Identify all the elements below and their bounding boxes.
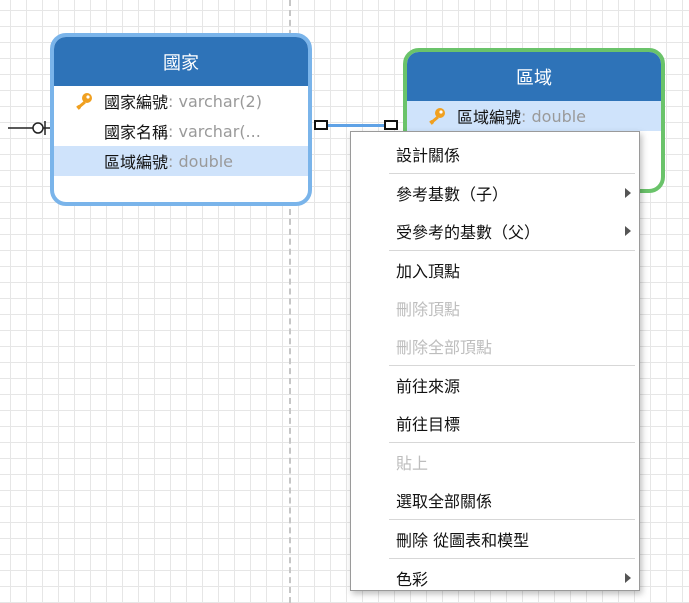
menu-item-label: 前往目標 [396,415,461,434]
cardinality-zero-or-one-marker [8,121,56,135]
menu-item-delete-all-vertices[interactable]: 刪除全部頂點 [351,327,639,365]
primary-key-icon [76,93,92,110]
menu-item-paste[interactable]: 貼上 [351,443,639,481]
attribute-row[interactable]: 區域編號: double [54,146,308,176]
menu-item-label: 刪除 從圖表和模型 [396,531,530,550]
menu-item-label: 加入頂點 [396,262,461,281]
attribute-row[interactable]: 國家名稱: varchar(... [54,116,308,146]
attribute-name: 區域編號 [104,153,169,172]
menu-item-design-relationship[interactable]: 設計關係 [351,135,639,173]
submenu-arrow-icon [625,573,631,583]
connector-endpoint-handle[interactable] [314,120,328,130]
menu-item-label: 刪除全部頂點 [396,338,493,357]
menu-item-delete-vertex[interactable]: 刪除頂點 [351,289,639,327]
submenu-arrow-icon [625,188,631,198]
entity-title[interactable]: 區域 [407,52,661,101]
attribute-type: : double [168,151,234,171]
menu-item-label: 貼上 [396,454,429,473]
attribute-row[interactable]: 區域編號: double [407,101,661,131]
menu-item-referenced-cardinality-parent[interactable]: 受參考的基數（父） [351,212,639,250]
attribute-type: : double [521,106,587,126]
menu-item-add-vertex[interactable]: 加入頂點 [351,251,639,289]
menu-item-label: 參考基數（子） [396,185,509,204]
entity-title[interactable]: 國家 [54,37,308,86]
attribute-name: 國家名稱 [104,123,169,142]
menu-item-go-to-source[interactable]: 前往來源 [351,366,639,404]
context-menu: 設計關係 參考基數（子） 受參考的基數（父） 加入頂點 刪除頂點 刪除全部頂點 … [350,131,640,591]
attribute-row[interactable]: 國家編號: varchar(2) [54,86,308,116]
menu-item-label: 受參考的基數（父） [396,223,541,242]
menu-item-go-to-target[interactable]: 前往目標 [351,404,639,442]
attribute-name: 區域編號 [457,108,522,127]
connector-endpoint-handle[interactable] [384,120,398,130]
menu-item-label: 前往來源 [396,377,461,396]
primary-key-icon [429,108,445,125]
menu-item-label: 選取全部關係 [396,492,493,511]
attribute-type: : varchar(2) [168,91,262,111]
attribute-type: : varchar(... [168,121,261,141]
submenu-arrow-icon [625,226,631,236]
menu-item-color[interactable]: 色彩 [351,559,639,597]
entity-country[interactable]: 國家 國家編號: varchar(2) 國家名稱: varchar(... 區域… [50,33,312,206]
menu-item-label: 設計關係 [396,146,461,165]
menu-item-label: 色彩 [396,570,429,589]
menu-item-reference-cardinality-child[interactable]: 參考基數（子） [351,174,639,212]
attribute-name: 國家編號 [104,93,169,112]
menu-item-delete-from-diagram-and-model[interactable]: 刪除 從圖表和模型 [351,520,639,558]
relationship-connector[interactable] [328,124,386,127]
menu-item-label: 刪除頂點 [396,300,461,319]
menu-item-select-all-relationships[interactable]: 選取全部關係 [351,481,639,519]
